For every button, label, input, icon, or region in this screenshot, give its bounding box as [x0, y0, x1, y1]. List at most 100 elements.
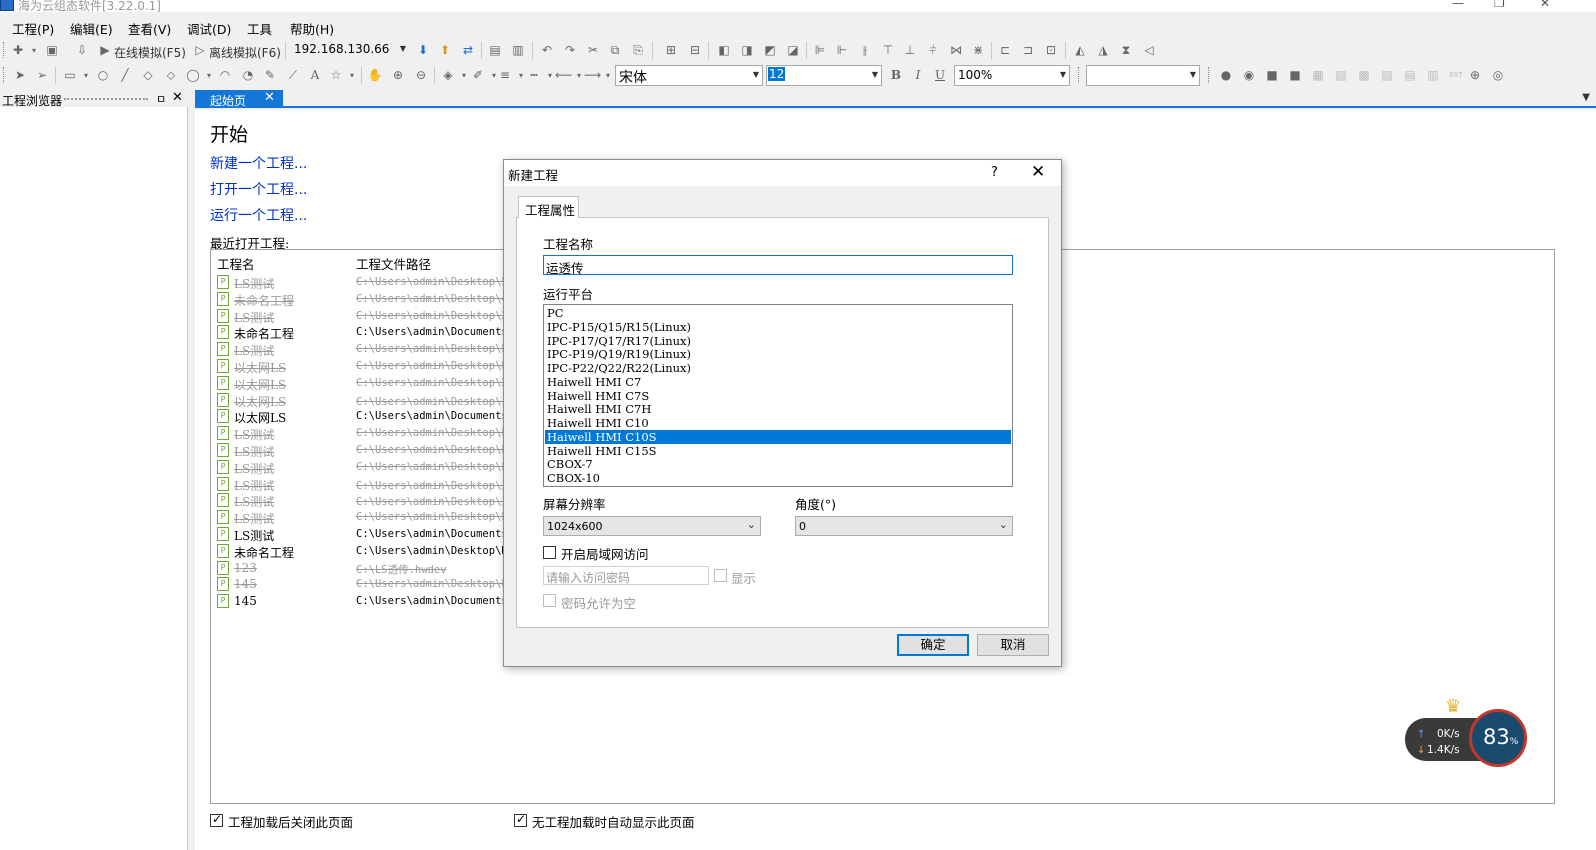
rotate-left-icon[interactable]: ◭ — [1072, 43, 1088, 58]
grid-icon[interactable]: ▩ — [1356, 68, 1372, 83]
bring-forward-icon[interactable]: ◩ — [762, 43, 778, 58]
pointer-icon[interactable]: ➤ — [12, 68, 28, 83]
close-window-icon[interactable]: ✕ — [1540, 0, 1550, 10]
angle-select[interactable]: 0 ⌄ — [795, 516, 1013, 536]
close-dialog-icon[interactable]: ✕ — [1031, 162, 1045, 182]
new-project-link[interactable]: 新建一个工程... — [210, 153, 307, 173]
at-icon[interactable]: ◎ — [1490, 68, 1506, 83]
distribute-h-icon[interactable]: ⋈ — [948, 43, 964, 58]
fill-color-icon[interactable]: ◈ — [440, 68, 456, 83]
undo-icon[interactable]: ↶ — [539, 43, 555, 58]
arc-icon[interactable]: ◠ — [217, 68, 233, 83]
platform-option[interactable]: Haiwell HMI C10 — [545, 416, 1011, 430]
platform-option[interactable]: Haiwell HMI C10S — [545, 429, 1011, 444]
menu-tools[interactable]: 工具 — [247, 19, 272, 38]
image-icon[interactable]: ▥ — [1425, 68, 1441, 83]
line-style-icon[interactable]: ┅ — [526, 68, 542, 83]
platform-option[interactable]: IPC-P17/Q17/R17(Linux) — [545, 334, 1011, 348]
target-icon[interactable]: ◉ — [1241, 68, 1257, 83]
distribute-v-icon[interactable]: ⋇ — [970, 43, 986, 58]
bold-icon[interactable]: B — [888, 68, 904, 83]
align-left-icon[interactable]: ⊫ — [812, 43, 828, 58]
pie-icon[interactable]: ◔ — [240, 68, 256, 83]
toolbar-grip[interactable] — [1208, 67, 1211, 83]
flip-v-icon[interactable]: ◁ — [1141, 43, 1157, 58]
line-color-icon[interactable]: ✐ — [470, 68, 486, 83]
menu-edit[interactable]: 编辑(E) — [70, 19, 113, 38]
allow-empty-password-checkbox[interactable] — [543, 594, 556, 607]
close-after-load-checkbox[interactable] — [210, 812, 223, 827]
underline-icon[interactable]: U — [932, 68, 948, 83]
hand-icon[interactable]: ✋ — [367, 68, 383, 83]
menu-debug[interactable]: 调试(D) — [187, 19, 231, 38]
send-backward-icon[interactable]: ◪ — [785, 43, 801, 58]
platform-listbox[interactable]: PC IPC-P15/Q15/R15(Linux) IPC-P17/Q17/R17(… — [543, 304, 1013, 487]
access-password-input[interactable]: 请输入访问密码 — [543, 566, 709, 585]
ok-button[interactable]: 确定 — [897, 634, 969, 656]
restore-icon[interactable]: ❐ — [1494, 0, 1505, 10]
platform-option[interactable]: Haiwell HMI C7 — [545, 375, 1011, 389]
download-arrow-icon[interactable]: ⬇ — [415, 43, 431, 58]
offline-sim-button[interactable]: 离线模拟(F6) — [209, 44, 281, 61]
toolbar-grip[interactable] — [3, 42, 6, 58]
platform-option[interactable]: IPC-P19/Q19/R19(Linux) — [545, 347, 1011, 361]
platform-option[interactable]: IPC-P15/Q15/R15(Linux) — [545, 320, 1011, 334]
project-name-input[interactable]: 运透传 — [543, 255, 1013, 276]
line-width-icon[interactable]: ≡ — [497, 68, 513, 83]
platform-option[interactable]: Haiwell HMI C7H — [545, 402, 1011, 416]
circle-icon[interactable]: ○ — [95, 68, 111, 83]
help-icon[interactable]: ? — [991, 165, 998, 180]
menu-project[interactable]: 工程(P) — [12, 19, 54, 38]
minimize-icon[interactable]: — — [1452, 0, 1464, 10]
zoom-in-icon[interactable]: ⊕ — [390, 68, 406, 83]
tab-list-chevron-icon[interactable]: ▼ — [1582, 92, 1590, 103]
align-center-icon[interactable]: ⫲ — [857, 43, 873, 58]
resolution-select[interactable]: 1024x600 ⌄ — [543, 516, 761, 536]
column-header-name[interactable]: 工程名 — [217, 254, 255, 273]
tab-project-properties[interactable]: 工程属性 — [518, 196, 579, 218]
paste-icon[interactable]: ⎘ — [630, 43, 646, 58]
chevron-down-icon[interactable]: ▾ — [26, 43, 42, 58]
platform-option[interactable]: PC — [545, 306, 1011, 320]
header-grip[interactable] — [64, 98, 148, 101]
layer-combo[interactable]: ▼ — [1086, 65, 1200, 86]
tab-start-page[interactable]: 起始页 ✕ — [195, 90, 283, 108]
platform-option[interactable]: Haiwell HMI C15S — [545, 444, 1011, 458]
line-icon[interactable]: ╱ — [117, 68, 133, 83]
align-bottom-icon[interactable]: ⊥ — [902, 43, 918, 58]
screen-icon[interactable]: ▤ — [487, 43, 503, 58]
polygon-icon[interactable]: ⬦ — [163, 68, 179, 83]
open-project-link[interactable]: 打开一个工程... — [210, 179, 307, 199]
chevron-down-icon[interactable]: ▾ — [78, 68, 94, 83]
platform-option[interactable]: CBOX-10 — [545, 471, 1011, 485]
auto-show-checkbox[interactable] — [514, 812, 527, 827]
screen-alt-icon[interactable]: ▥ — [510, 43, 526, 58]
show-password-checkbox[interactable] — [714, 569, 727, 582]
panel-icon[interactable]: ▦ — [1310, 68, 1326, 83]
record-icon[interactable]: ● — [1218, 68, 1234, 83]
bring-front-icon[interactable]: ◧ — [716, 43, 732, 58]
platform-option[interactable]: CBOX-7 — [545, 457, 1011, 471]
copy-icon[interactable]: ⧉ — [607, 43, 623, 58]
same-size-icon[interactable]: ⊡ — [1043, 43, 1059, 58]
sync-icon[interactable]: ⇄ — [460, 43, 476, 58]
chevron-down-icon[interactable]: ▾ — [344, 68, 360, 83]
toolbar-grip[interactable] — [3, 67, 6, 83]
group-icon[interactable]: ⊞ — [663, 43, 679, 58]
ext-icon[interactable]: EXT — [1448, 68, 1464, 83]
add-icon[interactable]: ✚ — [10, 43, 26, 58]
pointer-alt-icon[interactable]: ➢ — [34, 68, 50, 83]
block-alt-icon[interactable]: ▤ — [1402, 68, 1418, 83]
flip-h-icon[interactable]: ⧗ — [1118, 43, 1134, 58]
chevron-down-icon[interactable]: ▾ — [201, 68, 217, 83]
align-middle-icon[interactable]: ⫩ — [925, 43, 941, 58]
zoom-combo[interactable]: 100% ▼ — [954, 65, 1070, 86]
ip-address-combo[interactable]: 192.168.130.66 ▼ — [291, 40, 409, 61]
polyline-icon[interactable]: ⟋ — [285, 68, 301, 83]
align-right-icon[interactable]: ⊩ — [834, 43, 850, 58]
close-tab-icon[interactable]: ✕ — [264, 90, 275, 105]
menu-help[interactable]: 帮助(H) — [290, 19, 334, 38]
italic-icon[interactable]: I — [910, 68, 926, 83]
cut-icon[interactable]: ✂ — [585, 43, 601, 58]
run-project-link[interactable]: 运行一个工程... — [210, 205, 307, 225]
